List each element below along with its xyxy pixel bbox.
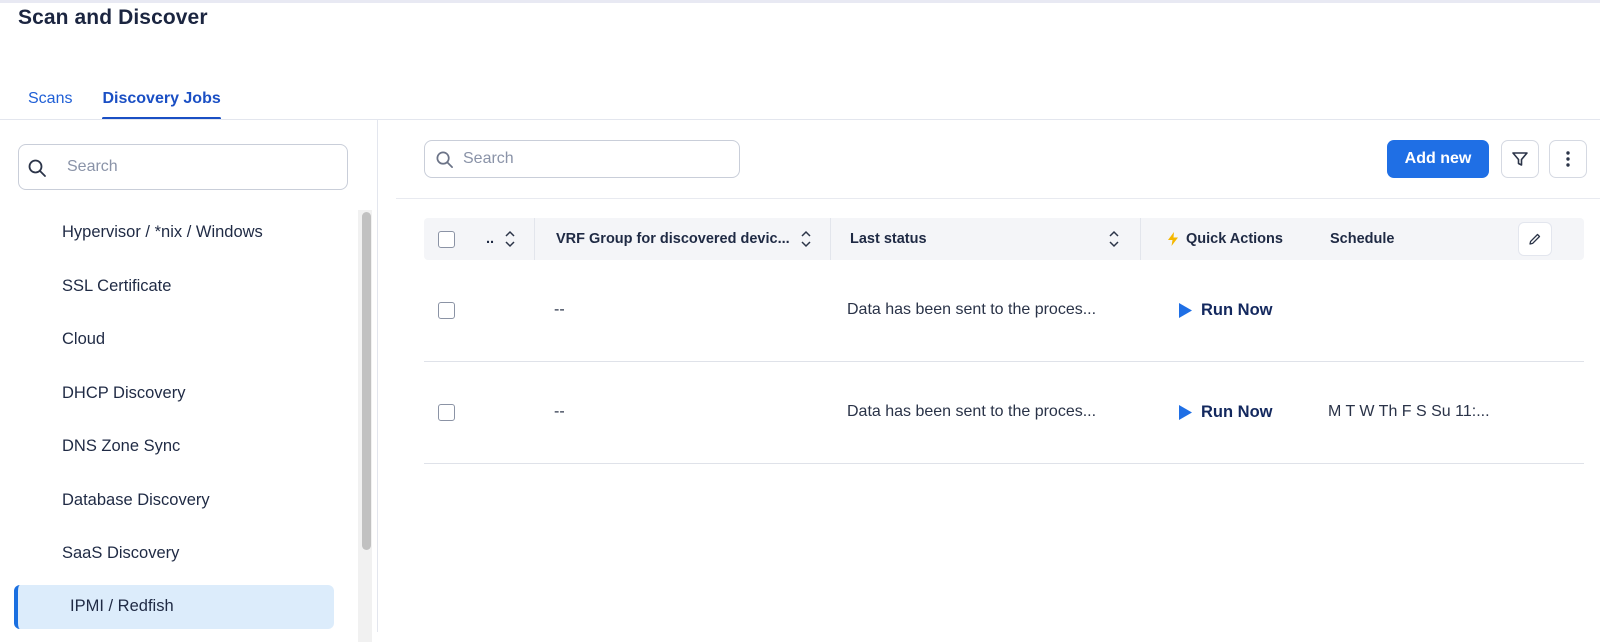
table-header: .. VRF Group for discovered devic... Las… <box>424 218 1584 260</box>
column-header-name-label: .. <box>486 231 495 247</box>
schedule-cell: M T W Th F S Su 11:... <box>1328 403 1490 420</box>
discovery-jobs-table: .. VRF Group for discovered devic... Las… <box>424 218 1584 464</box>
tab-bar: Scans Discovery Jobs <box>28 90 251 120</box>
column-header-last-status-label: Last status <box>850 231 927 247</box>
sidebar-item-saas-discovery[interactable]: SaaS Discovery <box>0 527 350 581</box>
more-options-button[interactable] <box>1549 140 1587 178</box>
column-header-last-status[interactable]: Last status <box>850 218 1130 260</box>
column-header-name[interactable]: .. <box>486 218 516 260</box>
row-select-cell <box>438 362 455 462</box>
sidebar-item-dns-zone-sync[interactable]: DNS Zone Sync <box>0 420 350 474</box>
sidebar-scrollbar-thumb[interactable] <box>362 212 371 550</box>
quick-actions-cell: Run Now <box>1178 362 1273 462</box>
column-header-vrf-group-label: VRF Group for discovered devic... <box>556 231 790 247</box>
add-new-button[interactable]: Add new <box>1387 140 1489 178</box>
jobs-search-box <box>424 140 740 178</box>
run-now-button[interactable]: Run Now <box>1178 301 1273 320</box>
sort-icon <box>505 230 515 248</box>
row-select-cell <box>438 260 455 360</box>
sidebar-list: Hypervisor / *nix / Windows SSL Certific… <box>0 206 350 629</box>
run-now-button[interactable]: Run Now <box>1178 403 1273 422</box>
table-row[interactable]: -- Data has been sent to the proces... R… <box>424 260 1584 362</box>
sidebar-search-input[interactable] <box>67 145 337 189</box>
filter-button[interactable] <box>1501 140 1539 178</box>
sidebar-item-cloud[interactable]: Cloud <box>0 313 350 367</box>
quick-actions-cell: Run Now <box>1178 260 1273 360</box>
column-separator <box>534 218 535 260</box>
sidebar-item-ipmi-redfish[interactable]: IPMI / Redfish <box>14 584 334 629</box>
header-select-cell <box>438 218 455 260</box>
column-header-schedule[interactable]: Schedule <box>1330 218 1394 260</box>
search-icon <box>435 150 454 169</box>
last-status-cell: Data has been sent to the proces... <box>847 301 1097 318</box>
column-header-quick-actions: Quick Actions <box>1166 218 1283 260</box>
sidebar-item-dhcp-discovery[interactable]: DHCP Discovery <box>0 367 350 421</box>
jobs-search-input[interactable] <box>463 141 733 177</box>
play-icon <box>1179 302 1192 318</box>
vrf-group-cell: -- <box>554 301 565 318</box>
toolbar-divider <box>396 198 1600 199</box>
play-icon <box>1179 404 1192 420</box>
last-status-cell: Data has been sent to the proces... <box>847 403 1097 420</box>
column-header-schedule-label: Schedule <box>1330 231 1395 247</box>
column-separator <box>1140 218 1141 260</box>
sidebar-item-database-discovery[interactable]: Database Discovery <box>0 474 350 528</box>
vrf-group-cell: -- <box>554 403 565 420</box>
select-all-checkbox[interactable] <box>438 230 455 248</box>
lightning-icon <box>1168 232 1178 246</box>
run-now-label: Run Now <box>1201 300 1273 319</box>
discovery-type-sidebar: Hypervisor / *nix / Windows SSL Certific… <box>0 120 378 642</box>
top-border <box>0 0 1600 3</box>
tab-discovery-jobs[interactable]: Discovery Jobs <box>102 90 222 120</box>
more-vertical-icon <box>1566 151 1570 167</box>
pencil-icon <box>1529 233 1541 245</box>
row-checkbox[interactable] <box>438 403 455 421</box>
jobs-panel: Add new .. VRF Group for discovered devi… <box>396 120 1600 632</box>
search-icon <box>27 158 47 178</box>
filter-icon <box>1512 152 1528 166</box>
sort-icon <box>801 230 811 248</box>
row-checkbox[interactable] <box>438 301 455 319</box>
column-separator <box>830 218 831 260</box>
column-header-vrf-group[interactable]: VRF Group for discovered devic... <box>556 218 812 260</box>
column-header-quick-actions-label: Quick Actions <box>1186 231 1283 247</box>
sidebar-item-hypervisor[interactable]: Hypervisor / *nix / Windows <box>0 206 350 260</box>
sort-icon <box>1109 230 1119 248</box>
tab-scans[interactable]: Scans <box>28 90 72 120</box>
page-title: Scan and Discover <box>18 6 208 29</box>
sidebar-search-box <box>18 144 348 190</box>
run-now-label: Run Now <box>1201 402 1273 421</box>
sidebar-item-ssl-certificate[interactable]: SSL Certificate <box>0 260 350 314</box>
edit-columns-button[interactable] <box>1518 222 1552 256</box>
table-row[interactable]: -- Data has been sent to the proces... R… <box>424 362 1584 464</box>
